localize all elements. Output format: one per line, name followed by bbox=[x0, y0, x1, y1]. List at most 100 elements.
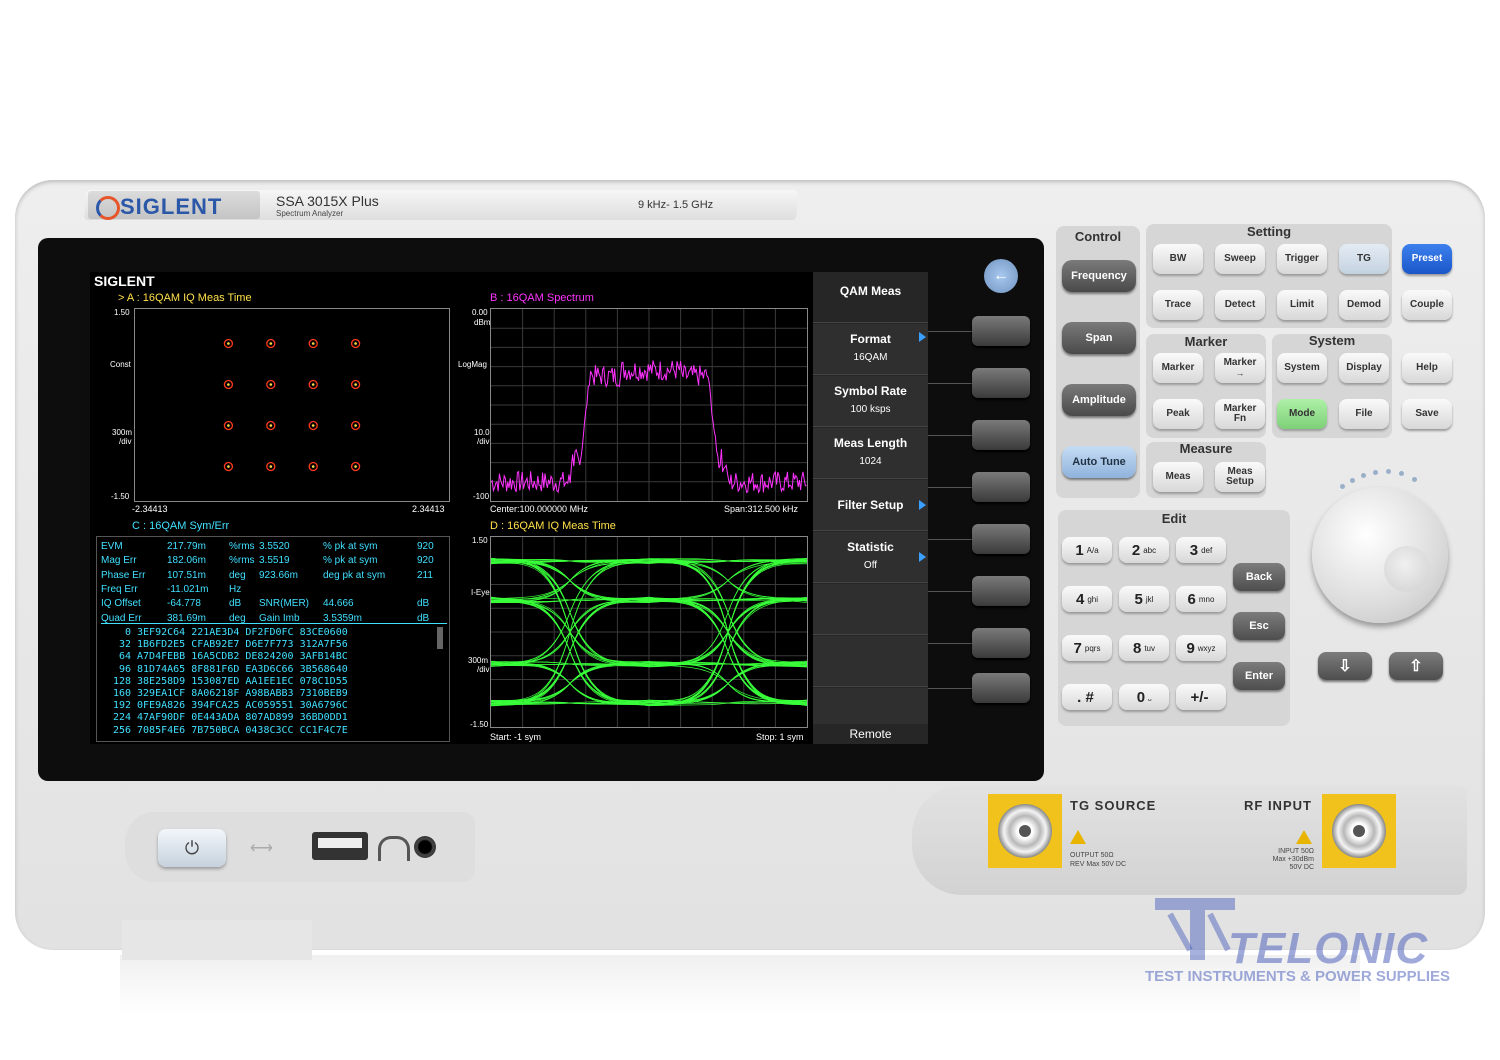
error-cell: deg bbox=[229, 612, 246, 624]
symbol-scrollbar[interactable] bbox=[437, 627, 443, 649]
menu-item-format[interactable]: Format 16QAM bbox=[813, 324, 928, 375]
softkey-7[interactable] bbox=[972, 628, 1030, 658]
span-button[interactable]: Span bbox=[1062, 322, 1136, 354]
menu-item-meas-length[interactable]: Meas Length 1024 bbox=[813, 428, 928, 479]
softkey-4[interactable] bbox=[972, 472, 1030, 502]
key-6[interactable]: 6 mno bbox=[1176, 586, 1226, 612]
auto-tune-button[interactable]: Auto Tune bbox=[1062, 446, 1136, 478]
softkey-8[interactable] bbox=[972, 673, 1030, 703]
save-button[interactable]: Save bbox=[1402, 399, 1452, 429]
knob-indicator bbox=[1412, 477, 1417, 482]
key-1[interactable]: 1 A/a bbox=[1062, 537, 1112, 563]
symbol-row: 224 47AF90DF 0E443ADA 807AD899 36BD0DD1 bbox=[112, 712, 348, 724]
panel-b-y-bottom: -100 bbox=[473, 492, 490, 501]
menu-item-statistic[interactable]: Statistic Off bbox=[813, 532, 928, 583]
constellation-point-center bbox=[269, 424, 273, 427]
symbol-row: 256 7085F4E6 7B750BCA 0438C3CC CC1F4C7E bbox=[112, 724, 348, 736]
menu-item-symbol-rate[interactable]: Symbol Rate 100 ksps bbox=[813, 376, 928, 427]
esc-key[interactable]: Esc bbox=[1233, 612, 1285, 640]
couple-button[interactable]: Couple bbox=[1402, 290, 1452, 320]
frequency-button[interactable]: Frequency bbox=[1062, 260, 1136, 292]
menu-item-empty-1[interactable] bbox=[813, 584, 928, 635]
key-3[interactable]: 3 def bbox=[1176, 537, 1226, 563]
spectrum-plot bbox=[490, 308, 808, 502]
rotary-knob[interactable] bbox=[1312, 487, 1448, 623]
sweep-button[interactable]: Sweep bbox=[1215, 244, 1265, 274]
submenu-arrow-icon bbox=[919, 332, 926, 342]
meas-button[interactable]: Meas bbox=[1153, 462, 1203, 492]
key-8[interactable]: 8 tuv bbox=[1119, 635, 1169, 661]
return-button[interactable]: ← bbox=[984, 259, 1018, 293]
detect-button[interactable]: Detect bbox=[1215, 290, 1265, 320]
rf-input-connector[interactable] bbox=[1322, 794, 1396, 868]
symbol-row: 0 3EF92C64 221AE3D4 DF2FD0FC 83CE0600 bbox=[124, 627, 348, 638]
system-button[interactable]: System bbox=[1277, 353, 1327, 383]
panel-c-title[interactable]: C : 16QAM Sym/Err bbox=[132, 520, 229, 532]
marker-button[interactable]: Marker bbox=[1153, 353, 1203, 383]
error-cell: 217.79m bbox=[167, 541, 206, 552]
softkey-line bbox=[928, 688, 972, 689]
tg-source-connector[interactable] bbox=[988, 794, 1062, 868]
panel-b-title[interactable]: B : 16QAM Spectrum bbox=[490, 292, 594, 304]
key-sym[interactable]: . # bbox=[1062, 684, 1112, 710]
trace-button[interactable]: Trace bbox=[1153, 290, 1203, 320]
key-2[interactable]: 2 abc bbox=[1119, 537, 1169, 563]
softkey-3[interactable] bbox=[972, 420, 1030, 450]
peak-button[interactable]: Peak bbox=[1153, 399, 1203, 429]
preset-button[interactable]: Preset bbox=[1402, 244, 1452, 274]
eye-start: Start: -1 sym bbox=[490, 732, 542, 742]
panel-a-title[interactable]: > A : 16QAM IQ Meas Time bbox=[118, 292, 252, 304]
demod-button[interactable]: Demod bbox=[1339, 290, 1389, 320]
help-button[interactable]: Help bbox=[1402, 353, 1452, 383]
tg-source-label: TG SOURCE bbox=[1070, 798, 1157, 813]
meas-setup-button[interactable]: Meas Setup bbox=[1215, 462, 1265, 492]
key-9[interactable]: 9 wxyz bbox=[1176, 635, 1226, 661]
file-button[interactable]: File bbox=[1339, 399, 1389, 429]
softkey-line bbox=[928, 487, 972, 488]
error-cell: %rms bbox=[229, 541, 255, 552]
menu-item-filter-setup[interactable]: Filter Setup bbox=[813, 480, 928, 531]
mode-button[interactable]: Mode bbox=[1277, 399, 1327, 429]
trigger-button[interactable]: Trigger bbox=[1277, 244, 1327, 274]
bw-button[interactable]: BW bbox=[1153, 244, 1203, 274]
key-5[interactable]: 5 jkl bbox=[1119, 586, 1169, 612]
constellation-point-center bbox=[311, 383, 315, 386]
panel-a-y-bottom: -1.50 bbox=[111, 492, 130, 501]
softkey-1[interactable] bbox=[972, 316, 1030, 346]
usb-port-slot bbox=[318, 838, 362, 848]
amplitude-button[interactable]: Amplitude bbox=[1062, 384, 1136, 416]
softkey-line bbox=[928, 591, 972, 592]
constellation-svg bbox=[223, 338, 361, 472]
arrow-up-button[interactable]: ⇧ bbox=[1389, 652, 1443, 680]
key-7[interactable]: 7 pqrs bbox=[1062, 635, 1112, 661]
softkey-2[interactable] bbox=[972, 368, 1030, 398]
knob-indicator bbox=[1361, 473, 1366, 478]
tg-button[interactable]: TG bbox=[1339, 244, 1389, 274]
display-button[interactable]: Display bbox=[1339, 353, 1389, 383]
menu-item-empty-2[interactable] bbox=[813, 636, 928, 687]
key-0[interactable]: 0 ⎵ bbox=[1119, 684, 1169, 710]
enter-key[interactable]: Enter bbox=[1233, 662, 1285, 690]
softkey-6[interactable] bbox=[972, 576, 1030, 606]
error-cell: % pk at sym bbox=[323, 555, 378, 567]
constellation-point-center bbox=[311, 424, 315, 427]
audio-jack[interactable] bbox=[414, 836, 436, 858]
power-button[interactable]: ⏻ bbox=[158, 829, 226, 867]
instrument-foot bbox=[122, 920, 312, 960]
limit-button[interactable]: Limit bbox=[1277, 290, 1327, 320]
key-sym[interactable]: +/- bbox=[1176, 684, 1226, 710]
model-subtitle: Spectrum Analyzer bbox=[276, 209, 344, 218]
model-name: SSA 3015X Plus bbox=[276, 193, 379, 209]
marker-to-button[interactable]: Marker → bbox=[1215, 353, 1265, 383]
softkey-5[interactable] bbox=[972, 524, 1030, 554]
warning-icon bbox=[1296, 830, 1312, 844]
error-cell: EVM bbox=[101, 541, 123, 552]
arrow-down-button[interactable]: ⇩ bbox=[1318, 652, 1372, 680]
key-4[interactable]: 4 ghi bbox=[1062, 586, 1112, 612]
panel-d-title[interactable]: D : 16QAM IQ Meas Time bbox=[490, 520, 616, 532]
panel-b-y-scale: 10.0 bbox=[474, 428, 490, 437]
back-key[interactable]: Back bbox=[1233, 563, 1285, 591]
softkey-line bbox=[928, 643, 972, 644]
marker-fn-button[interactable]: Marker Fn bbox=[1215, 399, 1265, 429]
softkey-line bbox=[928, 539, 972, 540]
